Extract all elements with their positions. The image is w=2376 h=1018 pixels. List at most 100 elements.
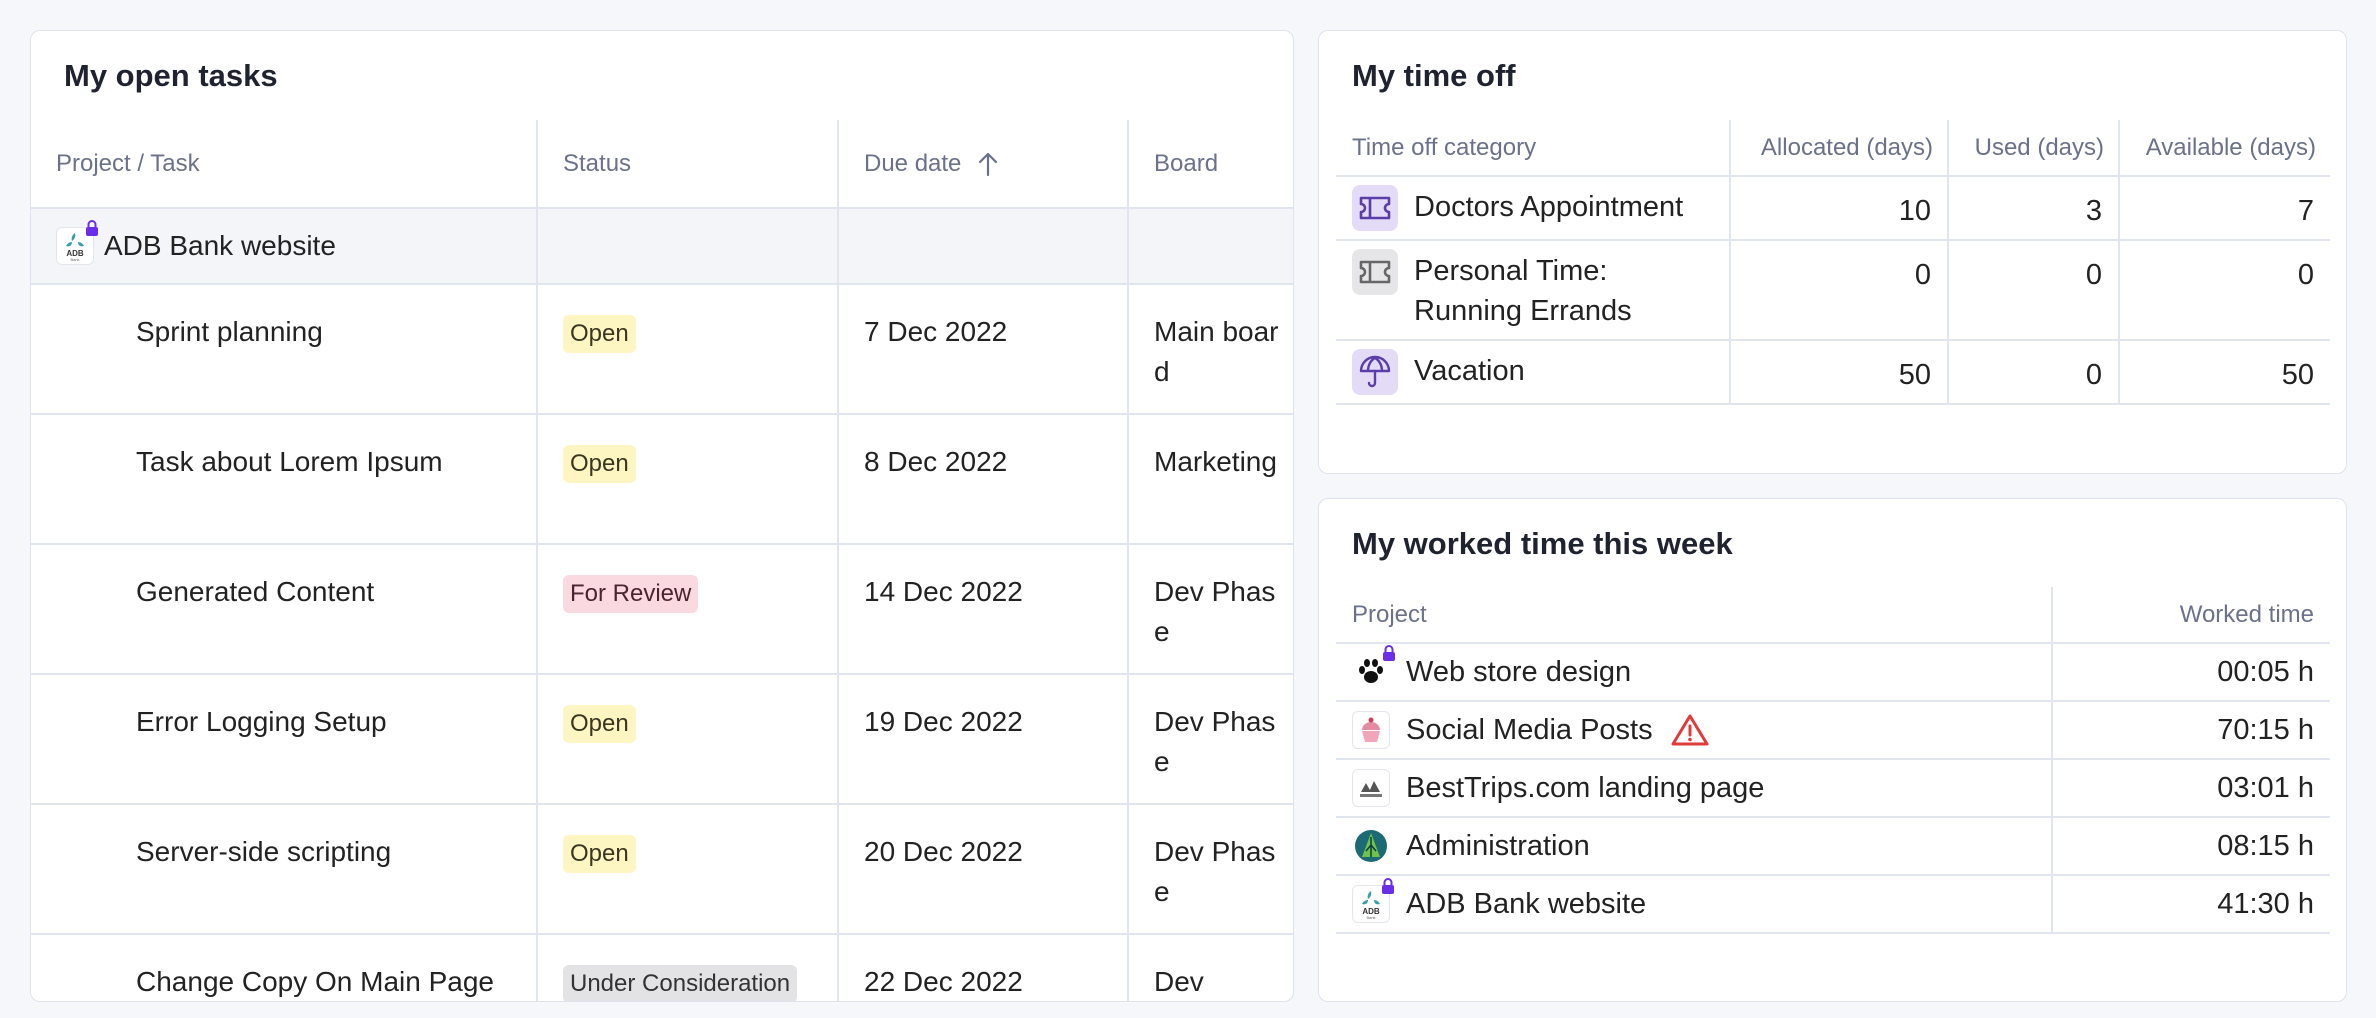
column-header-status[interactable]: Status	[537, 120, 839, 209]
worked-project: ADB Bank ADB Bank website	[1336, 878, 2051, 923]
status-badge[interactable]: Open	[563, 835, 636, 873]
task-due-date: 8 Dec 2022	[838, 414, 1129, 545]
task-row[interactable]: Task about Lorem Ipsum Open 8 Dec 2022 Mark…	[31, 414, 1293, 545]
column-header-project-task[interactable]: Project / Task	[31, 120, 538, 209]
task-row[interactable]: Generated Content For Review 14 Dec 2022 De…	[31, 544, 1293, 675]
worked-time-row[interactable]: ADB Bank ADB Bank website 41:30 h	[1336, 875, 2330, 934]
used-days: 0	[1948, 240, 2120, 341]
worked-project-name[interactable]: Social Media Posts	[1406, 714, 1653, 747]
task-due-date: 14 Dec 2022	[838, 544, 1129, 675]
umbrella-icon	[1352, 349, 1398, 395]
worked-time-value: 03:01 h	[2052, 759, 2330, 818]
task-due-date: 7 Dec 2022	[838, 284, 1129, 415]
svg-text:Bank: Bank	[70, 257, 79, 262]
cupcake-logo	[1352, 711, 1390, 749]
task-status-cell: Open	[537, 674, 839, 805]
task-row[interactable]: Sprint planning Open 7 Dec 2022 Main board	[31, 284, 1293, 415]
status-badge[interactable]: Open	[563, 705, 636, 743]
worked-project-name[interactable]: BestTrips.com landing page	[1406, 772, 1764, 805]
allocated-days: 50	[1730, 340, 1949, 405]
time-off-row: Doctors Appointment 10 3 7	[1336, 176, 2330, 241]
task-board[interactable]: Dev Phase	[1128, 804, 1293, 935]
due-date-header-label: Due date	[864, 149, 962, 177]
adb-logo: ADB Bank	[1352, 878, 1394, 923]
used-days: 3	[1948, 176, 2120, 241]
used-days: 0	[1948, 340, 2120, 405]
task-board[interactable]: Main board	[1128, 284, 1293, 415]
time-off-category-label: Vacation	[1414, 355, 1525, 387]
besttrips-logo	[1352, 769, 1390, 807]
column-header-due-date[interactable]: Due date	[838, 120, 1129, 209]
worked-time-value: 08:15 h	[2052, 817, 2330, 876]
ticket-icon	[1352, 249, 1398, 295]
allocated-days: 10	[1730, 176, 1949, 241]
task-due-date: 20 Dec 2022	[838, 804, 1129, 935]
task-board[interactable]: Marketing	[1128, 414, 1293, 545]
column-header-board[interactable]: Board	[1128, 120, 1293, 209]
status-badge[interactable]: For Review	[563, 575, 699, 613]
task-name[interactable]: Generated Content	[31, 544, 538, 675]
column-header-used: Used (days)	[1948, 120, 2120, 177]
worked-project-name[interactable]: Web store design	[1406, 656, 1631, 689]
column-header-allocated: Allocated (days)	[1730, 120, 1949, 177]
status-badge[interactable]: Open	[563, 445, 636, 483]
administration-logo	[1352, 827, 1390, 865]
time-off-row: Vacation 50 0 50	[1336, 340, 2330, 405]
task-row[interactable]: Server-side scripting Open 20 Dec 2022 Dev …	[31, 804, 1293, 935]
project-group-cell: ADB Bank ADB Bank website	[31, 220, 536, 266]
task-row[interactable]: Error Logging Setup Open 19 Dec 2022 Dev Ph…	[31, 674, 1293, 805]
worked-project: Web store design	[1336, 645, 2051, 691]
task-board[interactable]: Dev Phase	[1128, 674, 1293, 805]
task-status-cell: Under Consideration	[537, 934, 839, 1001]
task-board[interactable]: Dev Phase	[1128, 544, 1293, 675]
status-badge[interactable]: Open	[563, 315, 636, 353]
worked-time-table: Project Worked time Web store design 00:0…	[1336, 587, 2330, 934]
worked-project-name[interactable]: ADB Bank website	[1406, 888, 1646, 921]
worked-time-value: 41:30 h	[2052, 875, 2330, 934]
task-row[interactable]: Change Copy On Main Page Under Considerat…	[31, 934, 1293, 1001]
worked-time-row[interactable]: Social Media Posts 70:15 h	[1336, 701, 2330, 760]
column-header-worked-time: Worked time	[2052, 587, 2330, 644]
time-off-category-cell: Vacation	[1336, 340, 1731, 405]
task-name[interactable]: Sprint planning	[31, 284, 538, 415]
task-board[interactable]: Dev	[1128, 934, 1293, 1001]
ticket-icon	[1352, 185, 1398, 231]
worked-time-row[interactable]: Web store design 00:05 h	[1336, 643, 2330, 702]
allocated-days: 0	[1730, 240, 1949, 341]
task-name[interactable]: Change Copy On Main Page	[31, 934, 538, 1001]
open-tasks-title: My open tasks	[64, 58, 278, 93]
worked-time-row[interactable]: BestTrips.com landing page 03:01 h	[1336, 759, 2330, 818]
sort-ascending-icon[interactable]	[977, 151, 999, 177]
column-header-available: Available (days)	[2119, 120, 2330, 177]
open-tasks-header-row: Project / Task Status Due date Board	[31, 120, 1293, 209]
open-tasks-table: Project / Task Status Due date Board ADB…	[31, 120, 1293, 1001]
worked-project: BestTrips.com landing page	[1336, 769, 2051, 807]
time-off-category-cell: Doctors Appointment	[1336, 176, 1731, 241]
worked-project-name[interactable]: Administration	[1406, 830, 1590, 863]
worked-time-header-row: Project Worked time	[1336, 587, 2330, 644]
worked-time-row[interactable]: Administration 08:15 h	[1336, 817, 2330, 876]
open-tasks-card: My open tasks Project / Task Status Due …	[30, 30, 1294, 1002]
worked-time-value: 00:05 h	[2052, 643, 2330, 702]
available-days: 50	[2119, 340, 2330, 405]
status-badge[interactable]: Under Consideration	[563, 965, 798, 1001]
time-off-category-cell: Personal Time: Running Errands	[1336, 240, 1731, 341]
project-group-row[interactable]: ADB Bank ADB Bank website	[31, 208, 1293, 285]
worked-time-value: 70:15 h	[2052, 701, 2330, 760]
lock-icon	[1383, 645, 1395, 661]
worked-project-cell: Web store design	[1336, 643, 2053, 702]
worked-project-cell: Administration	[1336, 817, 2053, 876]
worked-project-cell: Social Media Posts	[1336, 701, 2053, 760]
warning-icon[interactable]	[1671, 713, 1709, 747]
project-group-name: ADB Bank website	[104, 230, 336, 261]
time-off-table: Time off category Allocated (days) Used …	[1336, 120, 2330, 405]
task-name[interactable]: Task about Lorem Ipsum	[31, 414, 538, 545]
lock-icon	[86, 220, 98, 236]
task-due-date: 19 Dec 2022	[838, 674, 1129, 805]
task-name[interactable]: Error Logging Setup	[31, 674, 538, 805]
time-off-category: Vacation	[1352, 349, 1729, 395]
task-name[interactable]: Server-side scripting	[31, 804, 538, 935]
worked-project-cell: BestTrips.com landing page	[1336, 759, 2053, 818]
task-status-cell: Open	[537, 414, 839, 545]
column-header-category: Time off category	[1336, 120, 1731, 177]
